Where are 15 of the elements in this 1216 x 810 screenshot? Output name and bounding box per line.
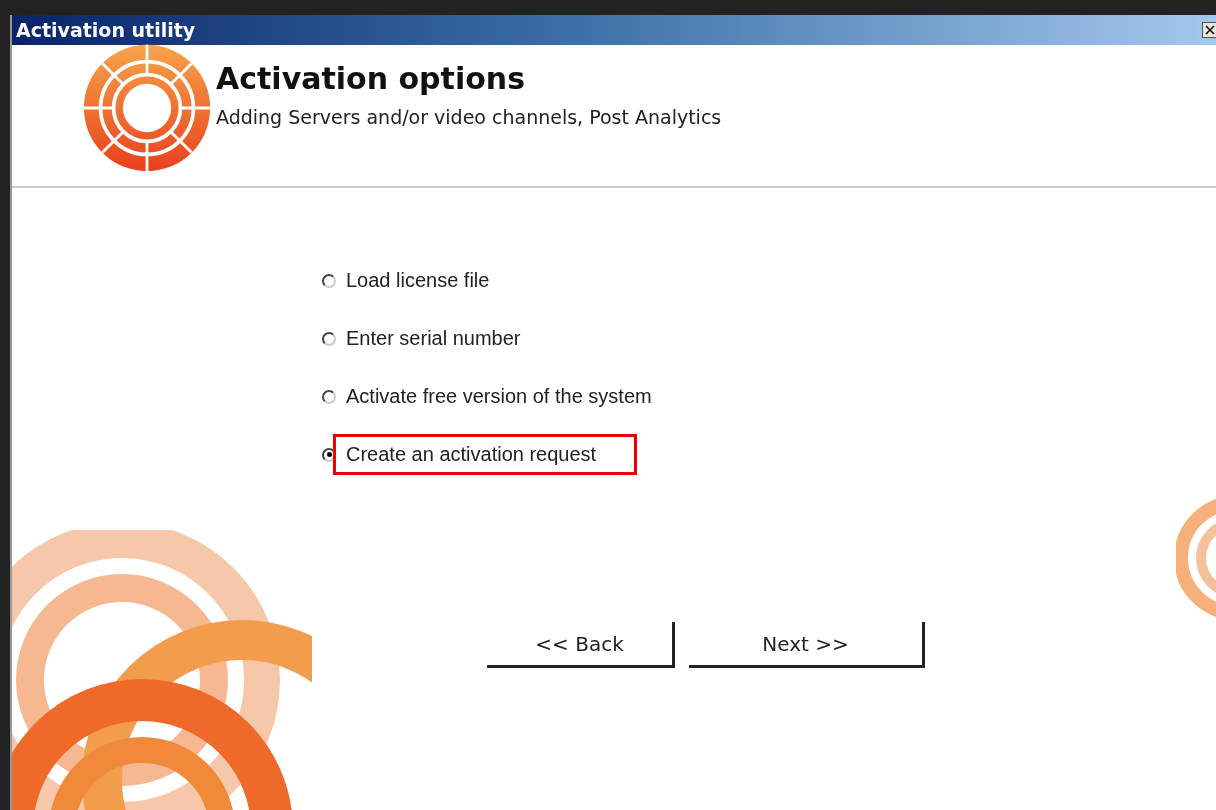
radio-button[interactable] (322, 273, 336, 288)
nav-button[interactable]: Next >> (689, 622, 925, 668)
close-icon[interactable] (1202, 22, 1216, 38)
option-label[interactable]: Create an activation request (333, 434, 638, 475)
radio-button[interactable] (322, 389, 336, 404)
nav-button[interactable]: << Back (487, 622, 675, 668)
radio-button[interactable] (322, 447, 336, 462)
option-label[interactable]: Load license file (333, 260, 503, 301)
page-title: Activation options (216, 61, 526, 96)
option-label[interactable]: Enter serial number (333, 318, 534, 359)
window-title: Activation utility (16, 19, 196, 41)
option-label[interactable]: Activate free version of the system (333, 376, 665, 417)
radio-button[interactable] (322, 331, 336, 346)
page-subtitle: Adding Servers and/or video channels, Post Analytics (216, 106, 722, 128)
rings-logo-icon (82, 43, 212, 173)
